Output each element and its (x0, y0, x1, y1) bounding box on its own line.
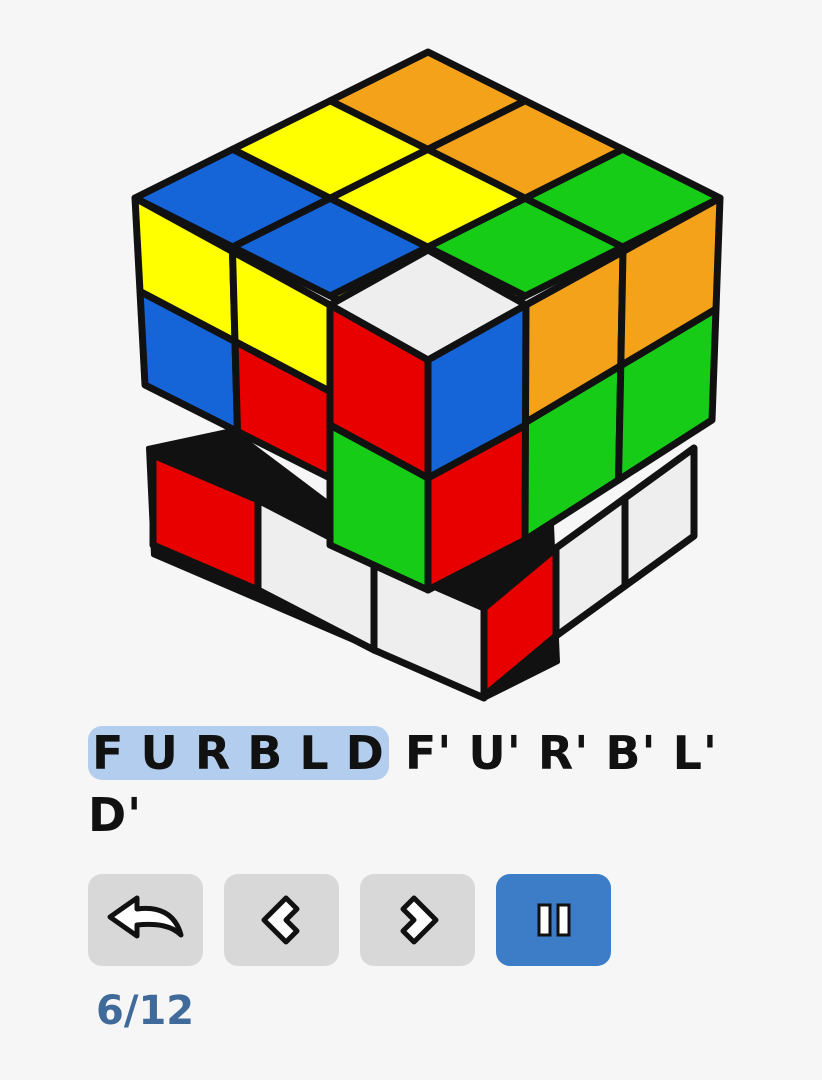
previous-move-button[interactable] (224, 874, 339, 966)
pause-button[interactable] (496, 874, 611, 966)
move-sequence: F U R B L D F' U' R' B' L' D' (88, 722, 778, 846)
undo-arrow-icon (107, 895, 183, 939)
move-counter: 6/12 (96, 988, 195, 1034)
move-token[interactable]: F' (405, 726, 453, 780)
cube-3d-view[interactable] (0, 0, 822, 710)
move-token[interactable]: B' (605, 726, 656, 780)
move-token[interactable]: L' (673, 726, 718, 780)
played-moves: F U R B L D (88, 726, 389, 780)
chevron-right-icon (400, 895, 438, 945)
next-move-button[interactable] (360, 874, 475, 966)
move-token[interactable]: F (92, 726, 124, 780)
chevron-left-icon (261, 895, 299, 945)
reset-button[interactable] (88, 874, 203, 966)
move-token[interactable]: B (247, 726, 283, 780)
move-token[interactable]: L (299, 726, 329, 780)
move-token[interactable]: R' (538, 726, 590, 780)
move-token[interactable]: U (140, 726, 178, 780)
move-token[interactable]: U' (468, 726, 521, 780)
pause-icon (537, 903, 570, 937)
move-token[interactable]: R (195, 726, 231, 780)
cube-player: F U R B L D F' U' R' B' L' D' 6/12 (0, 0, 822, 1080)
move-token[interactable]: D' (88, 788, 142, 842)
playback-controls (88, 874, 611, 966)
cube-sticker (552, 494, 629, 640)
move-token[interactable]: D (346, 726, 385, 780)
